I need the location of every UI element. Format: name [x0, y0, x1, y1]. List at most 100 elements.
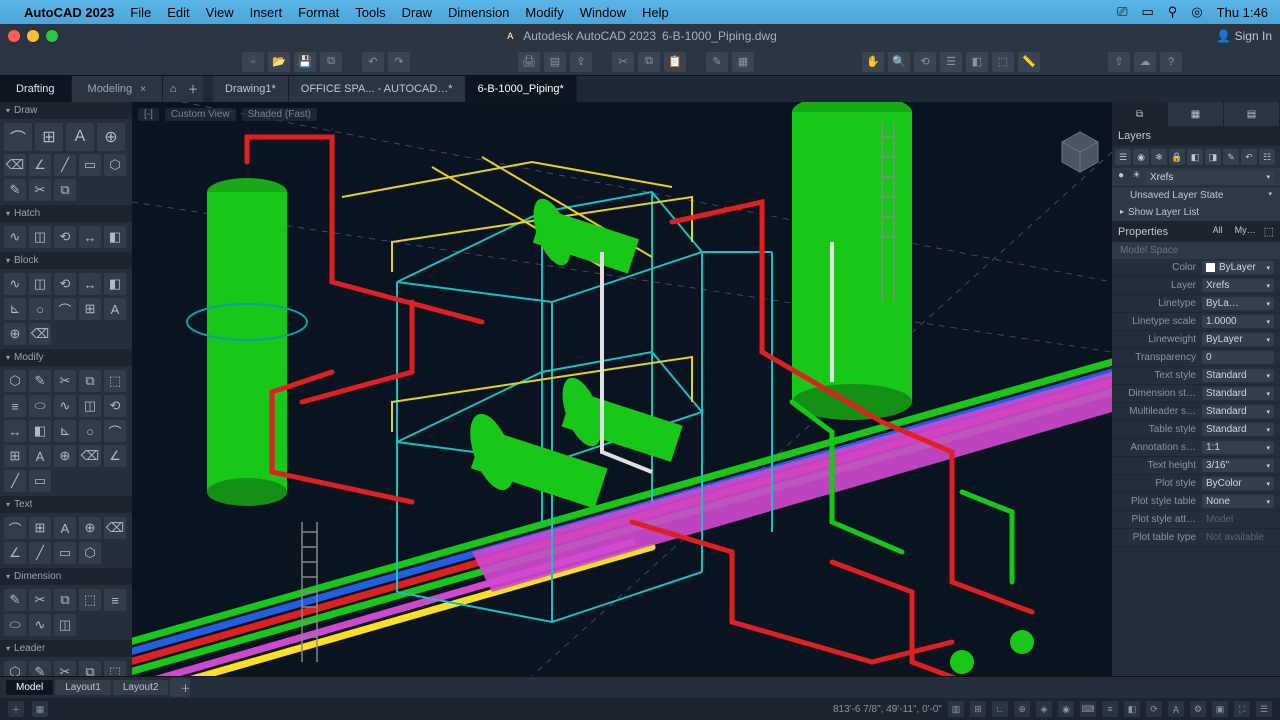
tool-button[interactable]: ⧉: [79, 661, 101, 676]
property-value[interactable]: None▾: [1202, 495, 1274, 508]
paste-icon[interactable]: 📋: [664, 52, 686, 72]
property-value[interactable]: ByLa…▾: [1202, 297, 1274, 310]
layout-tab[interactable]: Layout1: [55, 680, 111, 695]
layer-color-icon[interactable]: ◧: [1187, 149, 1203, 165]
share-icon[interactable]: ⇧: [1108, 52, 1130, 72]
tool-button[interactable]: ◧: [104, 226, 126, 248]
block-editor-icon[interactable]: ▦: [732, 52, 754, 72]
control-center-icon[interactable]: ⎚: [1117, 4, 1127, 20]
app-name[interactable]: AutoCAD 2023: [24, 5, 114, 20]
tool-button[interactable]: ≡: [4, 395, 26, 417]
section-header[interactable]: Dimension: [0, 568, 132, 585]
tool-button[interactable]: ✎: [4, 589, 26, 611]
new-icon[interactable]: ▫: [242, 52, 264, 72]
property-value[interactable]: 1.0000▾: [1202, 315, 1274, 328]
osnap-icon[interactable]: ◈: [1036, 701, 1052, 717]
sign-in-button[interactable]: 👤 Sign In: [1216, 29, 1272, 43]
filter-all-button[interactable]: All: [1209, 225, 1227, 238]
tool-button[interactable]: ⌒: [4, 123, 32, 151]
tool-button[interactable]: ↔: [79, 226, 101, 248]
property-value[interactable]: 0: [1202, 351, 1274, 364]
tool-button[interactable]: ◧: [29, 420, 51, 442]
current-layer-dropdown[interactable]: Xrefs▾: [1146, 171, 1274, 184]
add-tool-icon[interactable]: ＋: [8, 701, 24, 717]
tool-button[interactable]: ⧉: [79, 370, 101, 392]
customize-icon[interactable]: ☰: [1256, 701, 1272, 717]
pick-icon[interactable]: ⬚: [1264, 225, 1274, 238]
redo-icon[interactable]: ↷: [388, 52, 410, 72]
tool-button[interactable]: ◫: [54, 614, 76, 636]
tool-button[interactable]: ⬡: [4, 661, 26, 676]
tool-button[interactable]: ∿: [4, 226, 26, 248]
property-value[interactable]: 3/16"▾: [1202, 459, 1274, 472]
tool-button[interactable]: ∠: [29, 154, 51, 176]
tool-button[interactable]: ✎: [4, 179, 26, 201]
property-value[interactable]: ByLayer▾: [1202, 261, 1274, 274]
tool-button[interactable]: ✂: [29, 179, 51, 201]
tool-button[interactable]: ⌫: [29, 323, 51, 345]
layout-tab-model[interactable]: Model: [6, 680, 53, 695]
menu-insert[interactable]: Insert: [250, 5, 283, 20]
section-header[interactable]: Text: [0, 496, 132, 513]
help-icon[interactable]: ?: [1160, 52, 1182, 72]
menu-tools[interactable]: Tools: [355, 5, 385, 20]
tool-button[interactable]: ⊕: [4, 323, 26, 345]
menu-view[interactable]: View: [206, 5, 234, 20]
layer-props-icon[interactable]: ☰: [1115, 149, 1131, 165]
tool-button[interactable]: ⊞: [35, 123, 63, 151]
save-icon[interactable]: 💾: [294, 52, 316, 72]
cycling-icon[interactable]: ⟳: [1146, 701, 1162, 717]
plot-preview-icon[interactable]: ▤: [544, 52, 566, 72]
add-layout-icon[interactable]: ＋: [170, 678, 190, 697]
tool-button[interactable]: ⊞: [4, 445, 26, 467]
transparency-icon[interactable]: ◧: [1124, 701, 1140, 717]
layer-freeze-icon[interactable]: ❄: [1151, 149, 1167, 165]
tool-button[interactable]: ✎: [29, 661, 51, 676]
tool-button[interactable]: ⌫: [4, 154, 26, 176]
tool-button[interactable]: ╱: [29, 542, 51, 564]
clock[interactable]: Thu 1:46: [1217, 5, 1268, 20]
tool-button[interactable]: ╱: [54, 154, 76, 176]
close-icon[interactable]: ×: [140, 84, 146, 95]
copy-icon[interactable]: ⧉: [638, 52, 660, 72]
select-icon[interactable]: ⬚: [992, 52, 1014, 72]
menu-help[interactable]: Help: [642, 5, 669, 20]
orbit-icon[interactable]: ⟲: [914, 52, 936, 72]
layer-iso-icon[interactable]: ◨: [1205, 149, 1221, 165]
tool-button[interactable]: ◫: [29, 273, 51, 295]
layer-off-icon[interactable]: ◉: [1133, 149, 1149, 165]
tool-button[interactable]: ╱: [4, 470, 26, 492]
tool-button[interactable]: ⌫: [104, 517, 126, 539]
sun-icon[interactable]: ☀: [1132, 170, 1146, 184]
layer-iso-icon[interactable]: ◧: [966, 52, 988, 72]
layer-prev-icon[interactable]: ↶: [1241, 149, 1257, 165]
tool-button[interactable]: ↔: [79, 273, 101, 295]
tool-button[interactable]: ⟲: [54, 226, 76, 248]
property-value[interactable]: Standard▾: [1202, 423, 1274, 436]
tool-button[interactable]: ⬚: [104, 370, 126, 392]
tool-button[interactable]: ⬡: [79, 542, 101, 564]
tool-button[interactable]: ⬚: [79, 589, 101, 611]
tool-button[interactable]: ∿: [54, 395, 76, 417]
3dosnap-icon[interactable]: ◉: [1058, 701, 1074, 717]
tool-button[interactable]: ○: [79, 420, 101, 442]
tool-button[interactable]: ⊞: [29, 517, 51, 539]
section-header[interactable]: Block: [0, 252, 132, 269]
menu-modify[interactable]: Modify: [525, 5, 563, 20]
section-header[interactable]: Hatch: [0, 205, 132, 222]
layout-tab[interactable]: Layout2: [113, 680, 169, 695]
tool-button[interactable]: ⧉: [54, 179, 76, 201]
tool-button[interactable]: ∠: [4, 542, 26, 564]
close-window-button[interactable]: [8, 30, 20, 42]
measure-icon[interactable]: 📏: [1018, 52, 1040, 72]
lightbulb-icon[interactable]: ●: [1118, 170, 1132, 184]
doc-tab[interactable]: 6-B-1000_Piping*: [466, 76, 577, 102]
menu-dimension[interactable]: Dimension: [448, 5, 509, 20]
ortho-icon[interactable]: ∟: [992, 701, 1008, 717]
fullscreen-window-button[interactable]: [46, 30, 58, 42]
publish-icon[interactable]: ⇪: [570, 52, 592, 72]
view-mode-label[interactable]: Custom View: [165, 108, 236, 121]
polar-icon[interactable]: ⊕: [1014, 701, 1030, 717]
tool-button[interactable]: ⬡: [4, 370, 26, 392]
hardware-accel-icon[interactable]: ▣: [1212, 701, 1228, 717]
